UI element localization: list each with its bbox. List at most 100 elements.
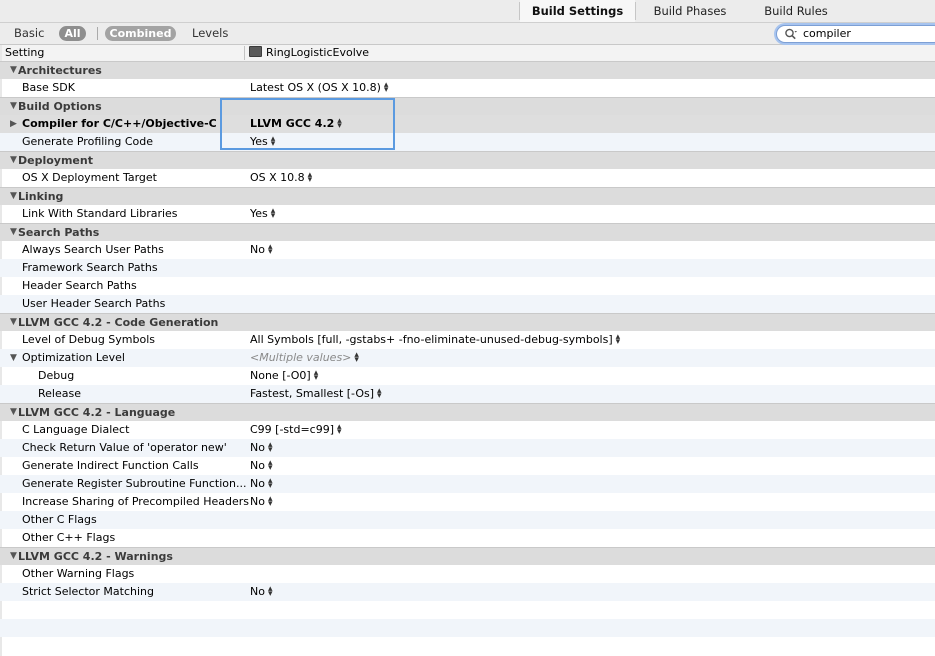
group-header[interactable]: ▼ LLVM GCC 4.2 - Code Generation xyxy=(0,313,935,331)
setting-row[interactable]: Base SDK Latest OS X (OS X 10.8) ▴▾ xyxy=(0,79,935,97)
tab-build-rules[interactable]: Build Rules xyxy=(746,0,846,22)
popup-arrows-icon[interactable]: ▴▾ xyxy=(268,477,274,491)
disclosure-triangle-icon[interactable]: ▼ xyxy=(10,224,17,241)
setting-label: Optimization Level xyxy=(22,351,125,364)
disclosure-triangle-icon[interactable]: ▼ xyxy=(10,98,17,115)
popup-arrows-icon[interactable]: ▴▾ xyxy=(314,369,320,383)
disclosure-triangle-icon[interactable]: ▼ xyxy=(10,349,17,367)
setting-row[interactable]: Header Search Paths xyxy=(0,277,935,295)
setting-value[interactable]: No ▴▾ xyxy=(250,493,274,511)
popup-arrows-icon[interactable]: ▴▾ xyxy=(377,387,383,401)
setting-value[interactable]: Yes ▴▾ xyxy=(250,205,277,223)
search-input[interactable] xyxy=(803,26,935,41)
setting-value-text: No xyxy=(250,243,265,256)
filter-all-button[interactable]: All xyxy=(59,26,86,41)
popup-arrows-icon[interactable]: ▴▾ xyxy=(271,135,277,149)
setting-row[interactable]: ▼ Optimization Level <Multiple values> ▴▾ xyxy=(0,349,935,367)
setting-row[interactable]: Other Warning Flags xyxy=(0,565,935,583)
setting-row[interactable]: Generate Profiling Code Yes ▴▾ xyxy=(0,133,935,151)
setting-row[interactable]: Link With Standard Libraries Yes ▴▾ xyxy=(0,205,935,223)
group-label: LLVM GCC 4.2 - Code Generation xyxy=(18,316,219,329)
group-header[interactable]: ▼ LLVM GCC 4.2 - Language xyxy=(0,403,935,421)
setting-value[interactable]: OS X 10.8 ▴▾ xyxy=(250,169,314,187)
filter-levels-button[interactable]: Levels xyxy=(192,23,228,44)
setting-value[interactable]: Fastest, Smallest [-Os] ▴▾ xyxy=(250,385,383,403)
setting-row[interactable]: Framework Search Paths xyxy=(0,259,935,277)
popup-arrows-icon[interactable]: ▴▾ xyxy=(337,423,343,437)
setting-value[interactable]: LLVM GCC 4.2 ▴▾ xyxy=(250,115,343,133)
group-label: Architectures xyxy=(18,64,102,77)
group-header[interactable]: ▼ Search Paths xyxy=(0,223,935,241)
setting-value[interactable]: Yes ▴▾ xyxy=(250,133,277,151)
popup-arrows-icon[interactable]: ▴▾ xyxy=(337,117,343,131)
tab-build-settings[interactable]: Build Settings xyxy=(520,0,635,22)
setting-row[interactable]: Generate Register Subroutine Function...… xyxy=(0,475,935,493)
setting-row[interactable]: OS X Deployment Target OS X 10.8 ▴▾ xyxy=(0,169,935,187)
target-column-header[interactable]: RingLogisticEvolve xyxy=(249,45,369,61)
group-header[interactable]: ▼ Architectures xyxy=(0,61,935,79)
setting-row[interactable]: User Header Search Paths xyxy=(0,295,935,313)
setting-label: Debug xyxy=(38,369,75,382)
disclosure-triangle-icon[interactable]: ▼ xyxy=(10,548,17,565)
setting-row[interactable]: Other C++ Flags xyxy=(0,529,935,547)
setting-row[interactable]: Strict Selector Matching No ▴▾ xyxy=(0,583,935,601)
setting-row[interactable]: Check Return Value of 'operator new' No ▴▾ xyxy=(0,439,935,457)
setting-column-header[interactable]: Setting xyxy=(5,45,44,61)
setting-value-text: No xyxy=(250,477,265,490)
setting-value[interactable]: C99 [-std=c99] ▴▾ xyxy=(250,421,343,439)
group-label: LLVM GCC 4.2 - Warnings xyxy=(18,550,173,563)
setting-value[interactable]: No ▴▾ xyxy=(250,439,274,457)
setting-value[interactable]: No ▴▾ xyxy=(250,241,274,259)
setting-row[interactable]: Always Search User Paths No ▴▾ xyxy=(0,241,935,259)
popup-arrows-icon[interactable]: ▴▾ xyxy=(271,207,277,221)
filter-combined-button[interactable]: Combined xyxy=(105,26,176,41)
disclosure-triangle-icon[interactable]: ▼ xyxy=(10,152,17,169)
disclosure-triangle-icon[interactable]: ▼ xyxy=(10,404,17,421)
empty-row xyxy=(0,637,935,655)
setting-label: Other C++ Flags xyxy=(22,531,116,544)
setting-value[interactable]: All Symbols [full, -gstabs+ -fno-elimina… xyxy=(250,331,622,349)
setting-row[interactable]: C Language Dialect C99 [-std=c99] ▴▾ xyxy=(0,421,935,439)
setting-row[interactable]: Release Fastest, Smallest [-Os] ▴▾ xyxy=(0,385,935,403)
popup-arrows-icon[interactable]: ▴▾ xyxy=(268,459,274,473)
disclosure-triangle-icon[interactable]: ▶ xyxy=(10,115,17,133)
group-header[interactable]: ▼ Build Options xyxy=(0,97,935,115)
setting-label: Generate Profiling Code xyxy=(22,135,153,148)
setting-row[interactable]: ▶ Compiler for C/C++/Objective-C LLVM GCC … xyxy=(0,115,935,133)
filter-basic-button[interactable]: Basic xyxy=(14,23,44,44)
popup-arrows-icon[interactable]: ▴▾ xyxy=(268,585,274,599)
setting-row[interactable]: Increase Sharing of Precompiled Headers N… xyxy=(0,493,935,511)
search-icon[interactable] xyxy=(784,27,798,41)
setting-row[interactable]: Generate Indirect Function Calls No ▴▾ xyxy=(0,457,935,475)
setting-value[interactable]: <Multiple values> ▴▾ xyxy=(250,349,360,367)
column-divider[interactable] xyxy=(244,46,245,60)
group-header[interactable]: ▼ LLVM GCC 4.2 - Warnings xyxy=(0,547,935,565)
group-header[interactable]: ▼ Linking xyxy=(0,187,935,205)
popup-arrows-icon[interactable]: ▴▾ xyxy=(616,333,622,347)
setting-label: Base SDK xyxy=(22,81,75,94)
disclosure-triangle-icon[interactable]: ▼ xyxy=(10,314,17,331)
setting-value[interactable]: No ▴▾ xyxy=(250,475,274,493)
setting-row[interactable]: Level of Debug Symbols All Symbols [full,… xyxy=(0,331,935,349)
setting-value[interactable]: Latest OS X (OS X 10.8) ▴▾ xyxy=(250,79,390,97)
group-header[interactable]: ▼ Deployment xyxy=(0,151,935,169)
setting-label: Compiler for C/C++/Objective-C xyxy=(22,117,217,130)
popup-arrows-icon[interactable]: ▴▾ xyxy=(354,351,360,365)
setting-row[interactable]: Other C Flags xyxy=(0,511,935,529)
setting-value[interactable]: No ▴▾ xyxy=(250,583,274,601)
disclosure-triangle-icon[interactable]: ▼ xyxy=(10,62,17,79)
setting-value[interactable]: None [-O0] ▴▾ xyxy=(250,367,320,385)
popup-arrows-icon[interactable]: ▴▾ xyxy=(384,81,390,95)
popup-arrows-icon[interactable]: ▴▾ xyxy=(268,243,274,257)
tab-build-phases[interactable]: Build Phases xyxy=(636,0,744,22)
popup-arrows-icon[interactable]: ▴▾ xyxy=(308,171,314,185)
setting-label: OS X Deployment Target xyxy=(22,171,157,184)
search-field[interactable] xyxy=(776,25,935,43)
disclosure-triangle-icon[interactable]: ▼ xyxy=(10,188,17,205)
setting-row[interactable]: Debug None [-O0] ▴▾ xyxy=(0,367,935,385)
setting-value[interactable]: No ▴▾ xyxy=(250,457,274,475)
setting-label: User Header Search Paths xyxy=(22,297,166,310)
popup-arrows-icon[interactable]: ▴▾ xyxy=(268,495,274,509)
popup-arrows-icon[interactable]: ▴▾ xyxy=(268,441,274,455)
setting-label: C Language Dialect xyxy=(22,423,130,436)
